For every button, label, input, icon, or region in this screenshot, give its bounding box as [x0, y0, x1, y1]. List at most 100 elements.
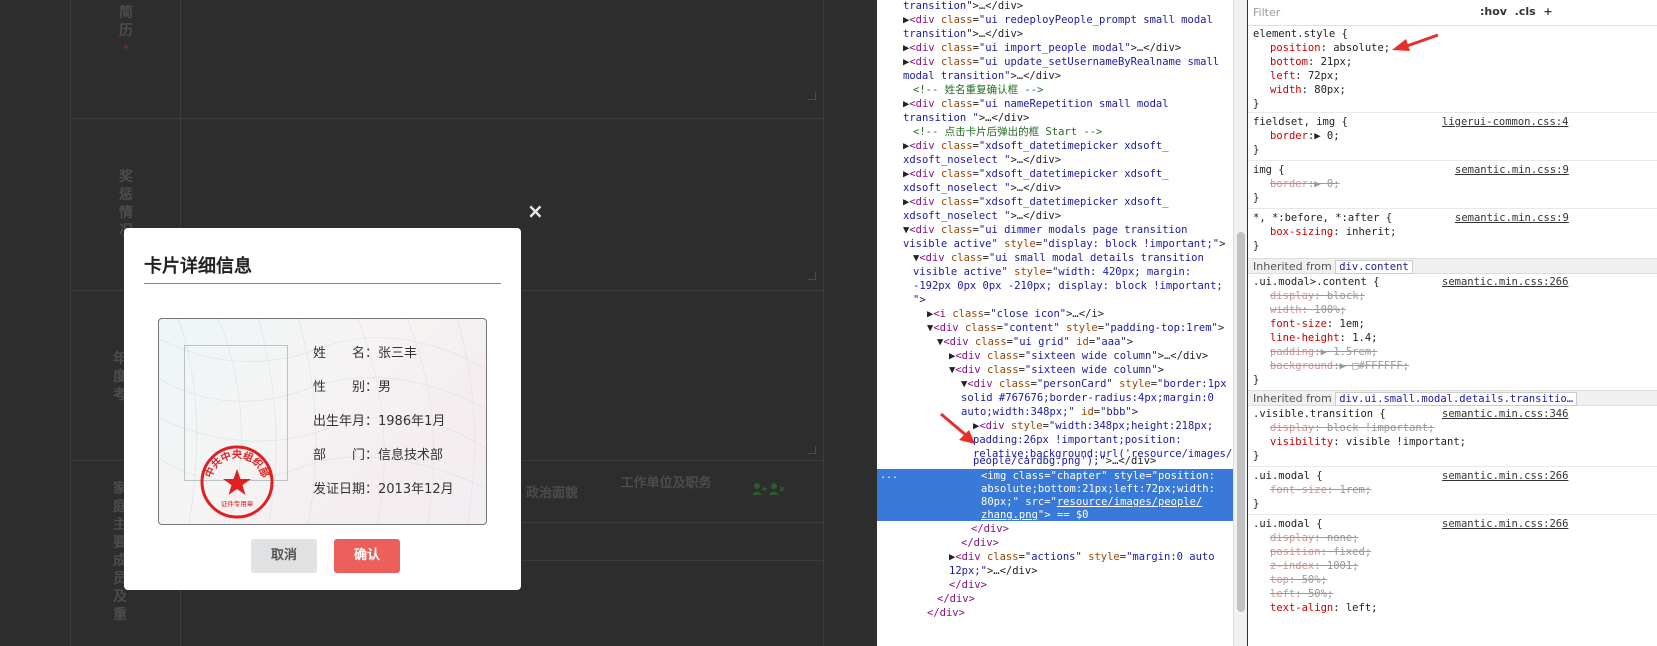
textarea-resize-handle[interactable] [808, 92, 816, 100]
new-rule-button[interactable]: + [1543, 5, 1552, 18]
dom-node[interactable]: modal transition">…</div> [903, 70, 1061, 84]
css-selector[interactable]: *, *:before, *:after { [1253, 212, 1392, 226]
hover-state-toggle[interactable]: :hov [1480, 5, 1507, 18]
dom-node[interactable]: ▶<div class="xdsoft_datetimepicker xdsof… [903, 140, 1169, 154]
dom-node[interactable]: transition">…</div> [903, 28, 1023, 42]
css-declaration[interactable]: border:▶ 0; [1270, 130, 1340, 144]
dom-node[interactable]: auto;width:348px;" id="bbb"> [961, 406, 1138, 420]
css-source-link[interactable]: semantic.min.css:346 [1442, 408, 1568, 422]
css-declaration[interactable]: font-size: 1rem; [1270, 484, 1371, 498]
css-source-link[interactable]: semantic.min.css:266 [1442, 276, 1568, 290]
css-selector[interactable]: .ui.modal>.content { [1253, 276, 1379, 290]
css-declaration[interactable]: display: none; [1270, 532, 1359, 546]
styles-filter-input[interactable]: Filter [1253, 6, 1280, 20]
dom-node[interactable]: ▶<div class="ui redeployPeople_prompt sm… [903, 14, 1213, 28]
dom-node[interactable]: ▶<div class="actions" style="margin:0 au… [949, 551, 1215, 565]
selected-dom-node[interactable]: <img class="chapter" style="position: ab… [877, 469, 1233, 521]
field-gender: 性 别：男 [313, 380, 392, 395]
css-declaration[interactable]: font-size: 1em; [1270, 318, 1365, 332]
dom-node[interactable]: xdsoft_noselect ">…</div> [903, 182, 1061, 196]
dom-node[interactable]: "> [913, 294, 926, 308]
dom-node[interactable]: ▼<div class="content" style="padding-top… [927, 322, 1224, 336]
dom-node[interactable]: visible active" style="width: 420px; mar… [913, 266, 1191, 280]
dom-node[interactable]: ▶<div class="ui import_people modal">…</… [903, 42, 1181, 56]
css-selector[interactable]: .ui.modal { [1253, 470, 1323, 484]
css-declaration[interactable]: border:▶ 0; [1270, 178, 1340, 192]
dom-node[interactable]: ▶<div class="xdsoft_datetimepicker xdsof… [903, 196, 1169, 210]
css-declaration[interactable]: background:▶ □#FFFFFF; [1270, 360, 1409, 374]
dom-node[interactable]: </div> [927, 607, 965, 621]
dom-node[interactable]: </div> [937, 593, 975, 607]
devtools-elements-panel[interactable]: transition">…</div> ▶<div class="ui rede… [877, 0, 1233, 646]
css-declaration[interactable]: z-index: 1001; [1270, 560, 1359, 574]
css-declaration[interactable]: top: 50%; [1270, 574, 1327, 588]
css-declaration[interactable]: width: 100%; [1270, 304, 1346, 318]
divider [144, 283, 501, 284]
textarea-resize-handle[interactable] [808, 272, 816, 280]
more-options-icon[interactable]: ... [880, 469, 898, 483]
css-source-link[interactable]: semantic.min.css:266 [1442, 518, 1568, 532]
dom-node[interactable]: ▶<div class="xdsoft_datetimepicker xdsof… [903, 168, 1169, 182]
add-remove-member-icons[interactable] [752, 482, 786, 500]
scrollbar-thumb[interactable] [1237, 232, 1245, 612]
divider [1248, 466, 1657, 467]
css-selector[interactable]: element.style { [1253, 28, 1348, 42]
elements-scrollbar[interactable] [1233, 0, 1247, 646]
add-user-icon[interactable] [752, 482, 786, 496]
dom-node[interactable]: visible active" style="display: block !i… [903, 238, 1225, 252]
dom-node[interactable]: </div> [961, 537, 999, 551]
css-source-link[interactable]: semantic.min.css:9 [1455, 164, 1569, 178]
dom-node[interactable]: ▶<i class="close icon">…</i> [927, 308, 1104, 322]
css-declaration[interactable]: padding:▶ 1.5rem; [1270, 346, 1377, 360]
css-declaration[interactable]: line-height: 1.4; [1270, 332, 1377, 346]
inherited-element-link[interactable]: div.content [1335, 260, 1413, 274]
dom-node[interactable]: ▼<div class="ui small modal details tran… [913, 252, 1204, 266]
css-declaration[interactable]: left: 50%; [1270, 588, 1333, 602]
dom-node[interactable]: ▶<div class="ui update_setUsernameByReal… [903, 56, 1219, 70]
card-fields: 姓 名：张三丰 性 别：男 出生年月：1986年1月 部 门：信息技术部 发证日… [313, 343, 454, 513]
css-source-link[interactable]: semantic.min.css:9 [1455, 212, 1569, 226]
css-source-link[interactable]: ligerui-common.css:4 [1442, 116, 1568, 130]
css-selector[interactable]: .visible.transition { [1253, 408, 1386, 422]
dom-node[interactable]: -192px 0px 0px -210px; display: block !i… [913, 280, 1223, 294]
css-source-link[interactable]: semantic.min.css:266 [1442, 470, 1568, 484]
dom-node[interactable]: ▶<div style="width:348px;height:218px; [973, 420, 1213, 434]
close-icon[interactable]: × [527, 200, 544, 222]
cancel-button[interactable]: 取消 [251, 539, 317, 573]
css-declaration[interactable]: position: absolute; [1270, 42, 1390, 56]
css-declaration[interactable]: position: fixed; [1270, 546, 1371, 560]
dom-node[interactable]: ▼<div class="personCard" style="border:1… [961, 378, 1227, 392]
css-declaration[interactable]: display: block; [1270, 290, 1365, 304]
dom-node[interactable]: ▼<div class="ui dimmer modals page trans… [903, 224, 1188, 238]
css-declaration[interactable]: text-align: left; [1270, 602, 1377, 616]
dom-node[interactable]: xdsoft_noselect ">…</div> [903, 154, 1061, 168]
css-declaration[interactable]: display: block !important; [1270, 422, 1434, 436]
dom-node[interactable]: ▼<div class="ui grid" id="aaa"> [937, 336, 1133, 350]
dom-node[interactable]: padding:26px !important;position: [973, 434, 1182, 448]
class-toggle[interactable]: .cls [1515, 5, 1536, 18]
textarea-resize-handle[interactable] [808, 446, 816, 454]
css-declaration[interactable]: box-sizing: inherit; [1270, 226, 1396, 240]
css-selector[interactable]: .ui.modal { [1253, 518, 1323, 532]
dom-node[interactable]: ▶<div class="ui nameRepetition small mod… [903, 98, 1169, 112]
dom-node[interactable]: </div> [949, 579, 987, 593]
devtools-styles-panel[interactable]: Filter :hov .cls + element.style { posit… [1248, 0, 1657, 646]
dom-node[interactable]: </div> [971, 523, 1009, 537]
dom-node[interactable]: ▶<div class="sixteen wide column">…</div… [949, 350, 1208, 364]
css-selector[interactable]: img { [1253, 164, 1285, 178]
css-declaration[interactable]: width: 80px; [1270, 84, 1346, 98]
confirm-button[interactable]: 确认 [334, 539, 400, 573]
field-department: 部 门：信息技术部 [313, 448, 444, 463]
dom-node[interactable]: transition">…</div> [903, 0, 1023, 14]
dom-node[interactable]: xdsoft_noselect ">…</div> [903, 210, 1061, 224]
dom-node[interactable]: solid #767676;border-radius:4px;margin:0 [961, 392, 1214, 406]
dom-node[interactable]: 12px;">…</div> [949, 565, 1038, 579]
css-selector[interactable]: fieldset, img { [1253, 116, 1348, 130]
dom-node[interactable]: ▼<div class="sixteen wide column"> [949, 364, 1164, 378]
inherited-element-link[interactable]: div.ui.small.modal.details.transitio… [1335, 392, 1578, 406]
css-declaration[interactable]: left: 72px; [1270, 70, 1340, 84]
dom-node[interactable]: people/cardbg.png');">…</div> [973, 455, 1156, 469]
css-declaration[interactable]: bottom: 21px; [1270, 56, 1352, 70]
css-declaration[interactable]: visibility: visible !important; [1270, 436, 1466, 450]
dom-node[interactable]: transition ">…</div> [903, 112, 1029, 126]
